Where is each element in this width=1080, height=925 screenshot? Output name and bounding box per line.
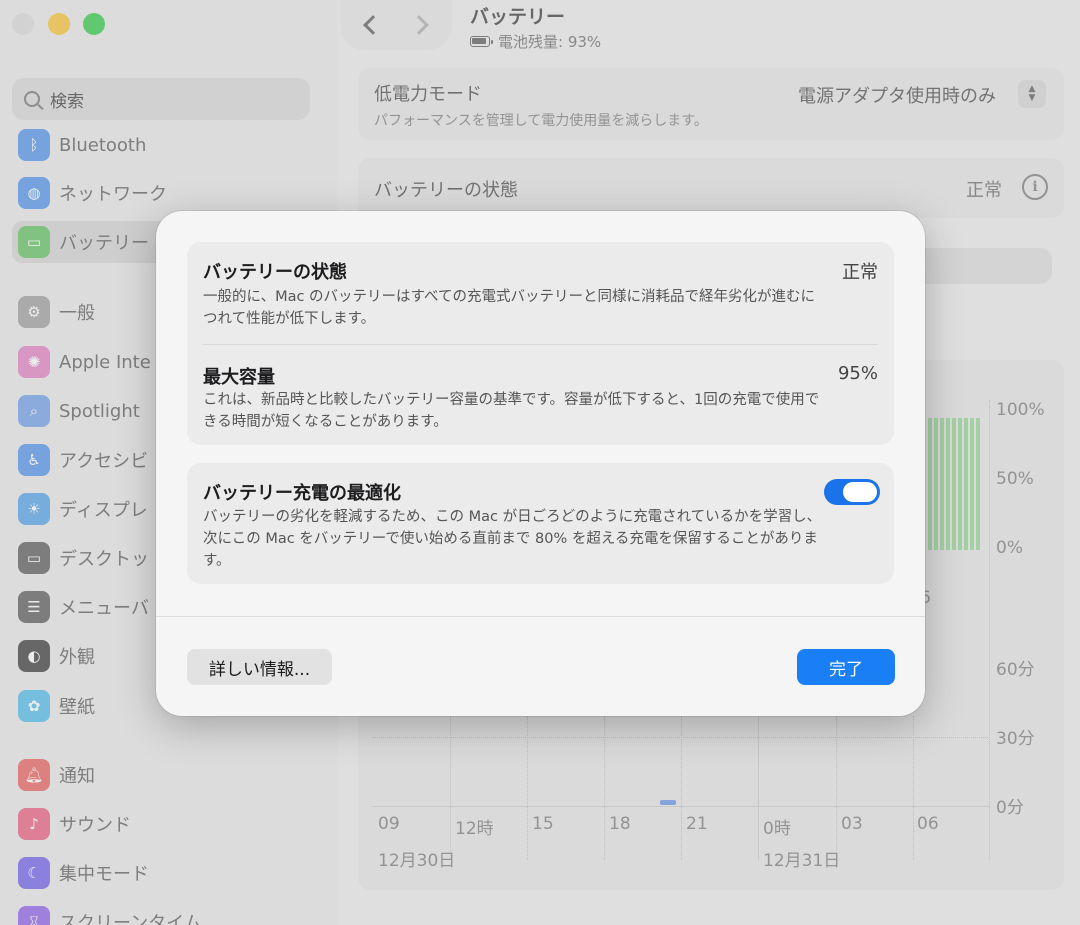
max-capacity-value: 95% bbox=[837, 363, 878, 384]
battery-health-value: 正常 bbox=[842, 262, 878, 283]
battery-health-sheet: バッテリーの状態 正常 一般的に、Mac のバッテリーはすべての充電式バッテリー… bbox=[156, 211, 925, 716]
optimize-charging-toggle[interactable] bbox=[824, 479, 880, 505]
optimize-charging-title: バッテリー充電の最適化 bbox=[203, 483, 401, 504]
max-capacity-title: 最大容量 bbox=[203, 367, 275, 388]
toggle-knob bbox=[843, 482, 877, 502]
more-info-button[interactable]: 詳しい情報... bbox=[187, 649, 332, 685]
settings-window: 検索 ᛒ Bluetooth ◍ ネットワーク ▭ バッテリー ⚙ 一般 ✺ Apple Inte… bbox=[0, 0, 1080, 925]
battery-info-card: バッテリーの状態 正常 一般的に、Mac のバッテリーはすべての充電式バッテリー… bbox=[187, 242, 894, 445]
optimize-charging-card: バッテリー充電の最適化 バッテリーの劣化を軽減するため、この Mac が日ごろど… bbox=[187, 463, 894, 584]
done-button[interactable]: 完了 bbox=[797, 649, 895, 685]
divider bbox=[156, 616, 925, 617]
battery-health-desc: 一般的に、Mac のバッテリーはすべての充電式バッテリーと同様に消耗品で経年劣化… bbox=[203, 289, 815, 327]
divider bbox=[203, 344, 878, 345]
optimize-charging-desc: バッテリーの劣化を軽減するため、この Mac が日ごろどのように充電されているか… bbox=[203, 509, 822, 569]
battery-health-title: バッテリーの状態 bbox=[203, 262, 347, 283]
max-capacity-desc: これは、新品時と比較したバッテリー容量の基準です。容量が低下すると、1回の充電で… bbox=[203, 392, 820, 430]
